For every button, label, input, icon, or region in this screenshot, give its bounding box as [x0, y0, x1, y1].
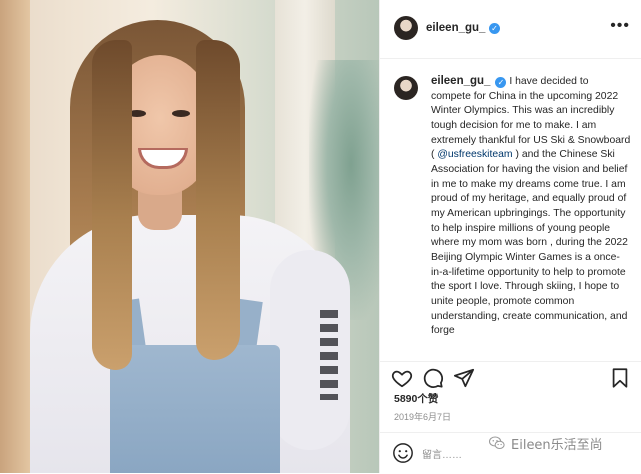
- avatar[interactable]: [394, 16, 418, 40]
- photo-sleeve-print: [320, 310, 338, 400]
- mention-link[interactable]: @usfreeskiteam: [437, 149, 512, 160]
- caption-text: eileen_gu_ ✓ I have decided to compete fo…: [431, 74, 631, 339]
- wechat-logo-icon: [488, 436, 505, 450]
- caption-area: eileen_gu_ ✓ I have decided to compete fo…: [380, 59, 641, 361]
- photo-overalls: [110, 345, 280, 473]
- post-side-panel: eileen_gu_ ✓ ••• eileen_gu_ ✓ I have deci…: [379, 0, 641, 473]
- photo-wall-left: [0, 0, 30, 473]
- caption-body-2: ) and the Chinese Ski Association for ha…: [431, 149, 628, 337]
- watermark-text: Eileen乐活至尚: [511, 437, 603, 453]
- header-username[interactable]: eileen_gu_: [426, 22, 485, 34]
- caption-avatar[interactable]: [394, 76, 418, 100]
- smiley-icon[interactable]: [392, 442, 414, 464]
- bookmark-icon[interactable]: [609, 367, 631, 389]
- caption-body-1: I have decided to compete for China in t…: [431, 76, 631, 161]
- verified-badge-icon: ✓: [489, 23, 500, 34]
- photo-hair-right: [196, 40, 240, 360]
- like-count[interactable]: 5890个赞: [394, 391, 438, 406]
- instagram-post: eileen_gu_ ✓ ••• eileen_gu_ ✓ I have deci…: [0, 0, 641, 473]
- action-bar: [380, 361, 641, 394]
- photo-eye-right: [172, 110, 190, 117]
- post-photo[interactable]: [0, 0, 379, 473]
- photo-hair-left: [92, 40, 132, 370]
- photo-sleeve: [270, 250, 350, 450]
- comment-icon[interactable]: [422, 367, 444, 389]
- share-icon[interactable]: [453, 367, 475, 389]
- post-header: eileen_gu_ ✓ •••: [380, 0, 641, 59]
- more-horizontal-icon[interactable]: •••: [610, 17, 630, 35]
- heart-icon[interactable]: [391, 367, 413, 389]
- watermark: Eileen乐活至尚: [488, 433, 603, 453]
- post-date: 2019年6月7日: [394, 412, 452, 422]
- verified-badge-icon: ✓: [495, 77, 507, 88]
- caption-username[interactable]: eileen_gu_: [431, 75, 490, 87]
